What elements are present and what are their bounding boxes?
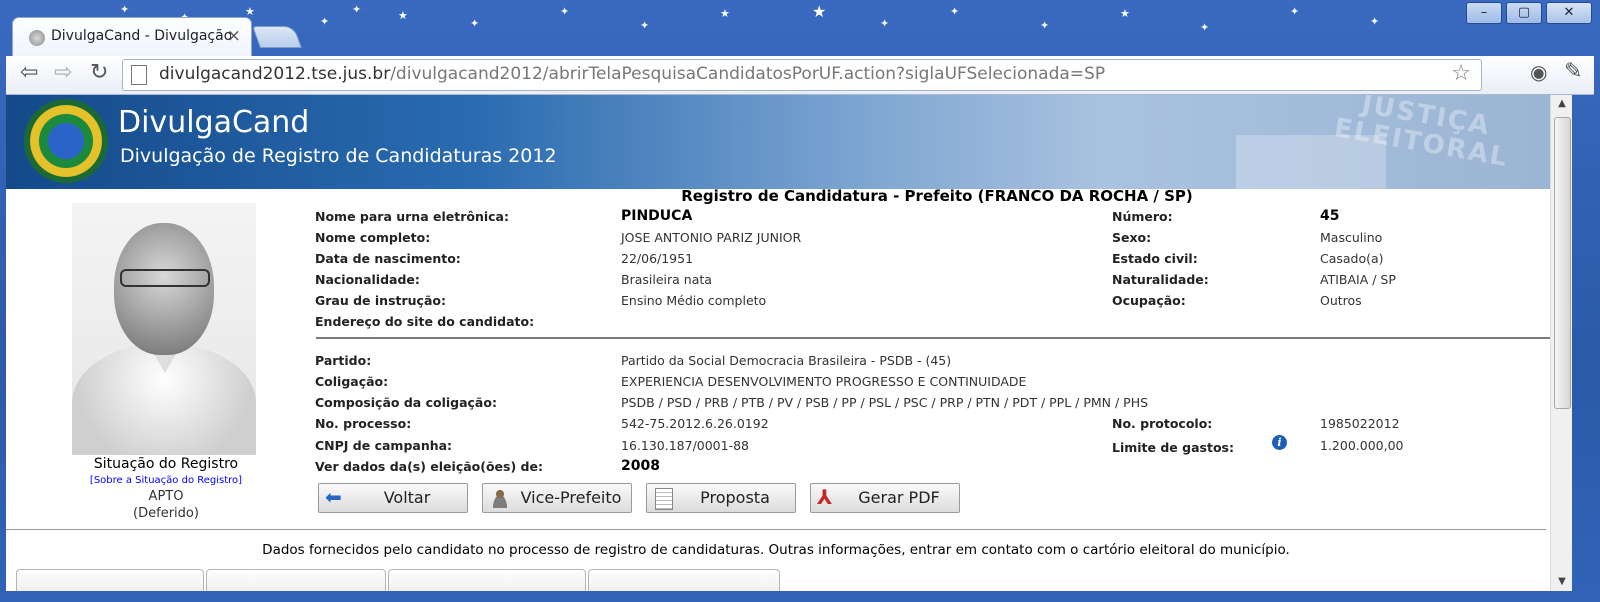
field-value-full-name: JOSE ANTONIO PARIZ JUNIOR — [621, 230, 802, 245]
field-value-number: 45 — [1320, 208, 1340, 224]
field-label-website: Endereço do site do candidato: — [315, 314, 535, 329]
field-value-birth-date: 22/06/1951 — [621, 251, 694, 266]
back-icon[interactable]: ⇦ — [20, 60, 38, 85]
eye-icon[interactable]: ◉ — [1530, 60, 1547, 84]
reload-icon[interactable]: ↻ — [90, 60, 108, 85]
record-title: Registro de Candidatura - Prefeito (FRAN… — [681, 187, 1193, 205]
field-value-marital-status: Casado(a) — [1320, 251, 1384, 266]
new-tab-button[interactable] — [251, 26, 303, 48]
page-viewport: DivulgaCand Divulgação de Registro de Ca… — [6, 95, 1572, 591]
browser-toolbar: ⇦ ⇨ ↻ divulgacand2012.tse.jus.br/divulga… — [6, 56, 1594, 95]
address-bar[interactable]: divulgacand2012.tse.jus.br/divulgacand20… — [122, 59, 1482, 91]
back-button-label: Voltar — [383, 488, 431, 507]
field-label-spending-limit: Limite de gastos: — [1112, 440, 1234, 455]
forward-icon[interactable]: ⇨ — [54, 60, 72, 85]
vertical-scrollbar[interactable]: ▲ ▼ — [1550, 95, 1572, 591]
candidate-photo — [72, 203, 256, 455]
section-divider — [316, 337, 1550, 339]
sub-tab-2[interactable] — [206, 569, 386, 591]
field-label-cnpj: CNPJ de campanha: — [315, 438, 453, 453]
footer-divider — [6, 529, 1546, 530]
field-label-urn-name: Nome para urna eletrônica: — [315, 209, 509, 224]
field-label-birth-date: Data de nascimento: — [315, 251, 461, 266]
site-subtitle: Divulgação de Registro de Candidaturas 2… — [120, 145, 557, 167]
field-label-number: Número: — [1112, 209, 1173, 224]
tab-title: DivulgaCand - Divulgação — [51, 28, 231, 44]
field-value-urn-name: PINDUCA — [621, 208, 693, 224]
field-label-nationality: Nacionalidade: — [315, 272, 420, 287]
field-label-coalition-composition: Composição da coligação: — [315, 395, 497, 410]
maximize-button[interactable]: ▢ — [1506, 2, 1542, 24]
scroll-thumb[interactable] — [1554, 117, 1571, 409]
scroll-down-icon[interactable]: ▼ — [1551, 573, 1572, 591]
field-label-election-data: Ver dados da(s) eleição(ões) de: — [315, 459, 543, 474]
browser-tab[interactable]: DivulgaCand - Divulgação × — [12, 17, 252, 58]
sub-tab-1[interactable] — [16, 569, 204, 591]
field-value-process-number: 542-75.2012.6.26.0192 — [621, 416, 769, 431]
proposal-button[interactable]: Proposta — [646, 483, 796, 513]
generate-pdf-button-label: Gerar PDF — [858, 488, 940, 507]
sub-tab-4[interactable] — [588, 569, 780, 591]
field-value-coalition-composition: PSDB / PSD / PRB / PTB / PV / PSB / PP /… — [621, 395, 1149, 410]
field-value-spending-limit: 1.200.000,00 — [1320, 438, 1404, 453]
back-arrow-icon: ⬅ — [325, 485, 342, 509]
wrench-icon[interactable]: ✎ — [1564, 59, 1582, 84]
back-button[interactable]: ⬅ Voltar — [318, 483, 468, 513]
document-icon — [655, 488, 673, 510]
close-window-button[interactable]: ✕ — [1546, 2, 1592, 24]
star-icon[interactable]: ☆ — [1451, 61, 1471, 86]
url-path: /divulgacand2012/abrirTelaPesquisaCandid… — [390, 64, 1106, 84]
field-label-full-name: Nome completo: — [315, 230, 431, 245]
field-value-party: Partido da Social Democracia Brasileira … — [621, 353, 952, 368]
vice-mayor-button[interactable]: Vice-Prefeito — [482, 483, 632, 513]
field-label-occupation: Ocupação: — [1112, 293, 1186, 308]
info-icon[interactable]: i — [1272, 435, 1287, 450]
url-host: divulgacand2012.tse.jus.br — [159, 64, 391, 84]
field-value-cnpj: 16.130.187/0001-88 — [621, 438, 750, 453]
window-controls: – ▢ ✕ — [1466, 2, 1592, 24]
proposal-button-label: Proposta — [700, 488, 770, 507]
page-icon — [131, 65, 147, 85]
browser-window: ✦✦ ★✦ ✦★ ✦✦ ✦★ ★✦ ✦✦ ★✦ ✦✦ – ▢ ✕ Divulga… — [0, 0, 1600, 602]
field-value-birthplace: ATIBAIA / SP — [1320, 272, 1396, 287]
coat-of-arms-logo — [24, 99, 108, 183]
pdf-icon: ⅄ — [817, 485, 833, 509]
field-label-protocol: No. protocolo: — [1112, 416, 1213, 431]
site-brand: DivulgaCand — [118, 105, 310, 140]
site-banner: DivulgaCand Divulgação de Registro de Ca… — [6, 95, 1572, 195]
sub-tab-3[interactable] — [388, 569, 586, 591]
field-label-coalition: Coligação: — [315, 374, 389, 389]
field-value-nationality: Brasileira nata — [621, 272, 712, 287]
tab-close-icon[interactable]: × — [227, 26, 241, 46]
generate-pdf-button[interactable]: ⅄ Gerar PDF — [810, 483, 960, 513]
registration-detail: (Deferido) — [133, 506, 199, 521]
field-value-education: Ensino Médio completo — [621, 293, 767, 308]
field-label-sex: Sexo: — [1112, 230, 1152, 245]
registration-info-link[interactable]: [Sobre a Situação do Registro] — [66, 475, 266, 486]
scroll-up-icon[interactable]: ▲ — [1551, 95, 1572, 113]
registration-status: APTO — [148, 489, 184, 504]
field-label-party: Partido: — [315, 353, 372, 368]
field-value-protocol: 1985022012 — [1320, 416, 1400, 431]
field-label-marital-status: Estado civil: — [1112, 251, 1198, 266]
field-label-birthplace: Naturalidade: — [1112, 272, 1209, 287]
url-text[interactable]: divulgacand2012.tse.jus.br/divulgacand20… — [159, 64, 1105, 84]
vice-mayor-button-label: Vice-Prefeito — [520, 488, 622, 507]
minimize-button[interactable]: – — [1466, 2, 1502, 24]
field-value-occupation: Outros — [1320, 293, 1362, 308]
field-label-education: Grau de instrução: — [315, 293, 446, 308]
footer-note: Dados fornecidos pelo candidato no proce… — [262, 542, 1290, 558]
person-icon — [489, 488, 511, 508]
field-label-process-number: No. processo: — [315, 416, 412, 431]
registration-label: Situação do Registro — [93, 456, 239, 472]
favicon-icon — [29, 30, 45, 46]
field-value-coalition: EXPERIENCIA DESENVOLVIMENTO PROGRESSO E … — [621, 374, 1027, 389]
election-year-link[interactable]: 2008 — [621, 458, 660, 474]
field-value-sex: Masculino — [1320, 230, 1383, 245]
